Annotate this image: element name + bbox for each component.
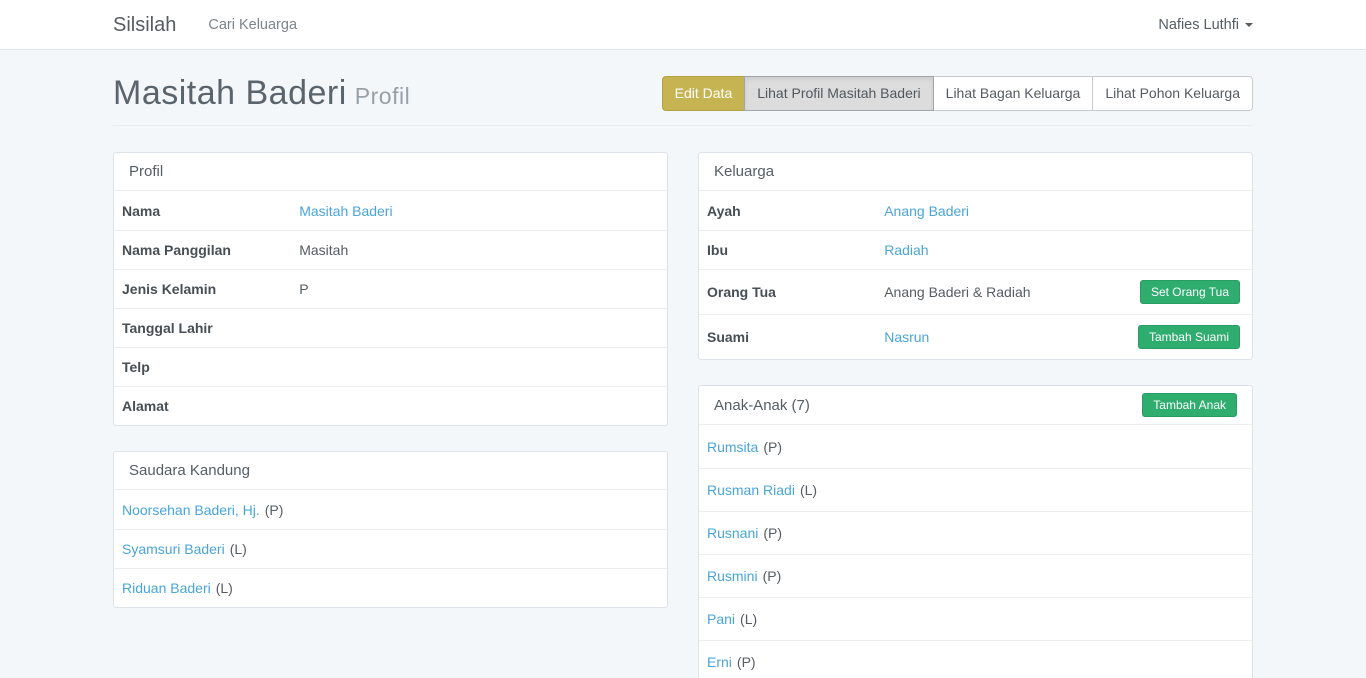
field-label: Suami: [707, 329, 884, 345]
profile-panel-heading: Profil: [114, 153, 667, 191]
family-action-button[interactable]: Tambah Suami: [1138, 325, 1240, 349]
siblings-panel: Saudara Kandung Noorsehan Baderi, Hj. (P…: [113, 451, 668, 608]
right-column: Keluarga Ayah Anang Baderi Ibu Radiah: [698, 152, 1253, 678]
view-family-chart-button[interactable]: Lihat Bagan Keluarga: [933, 76, 1094, 112]
sibling-row: Noorsehan Baderi, Hj. (P): [114, 490, 667, 529]
edit-data-button[interactable]: Edit Data: [662, 76, 746, 112]
field-label: Alamat: [122, 398, 299, 414]
nav-link-cari-keluarga[interactable]: Cari Keluarga: [208, 17, 297, 33]
user-name: Nafies Luthfi: [1158, 17, 1239, 33]
child-row: Rusmini (P): [699, 554, 1252, 597]
page-subtitle: Profil: [355, 83, 410, 109]
profile-row: Alamat: [114, 386, 667, 425]
profile-row: Nama Panggilan Masitah: [114, 230, 667, 269]
profile-row: Tanggal Lahir: [114, 308, 667, 347]
user-dropdown[interactable]: Nafies Luthfi: [1158, 17, 1253, 33]
person-link[interactable]: Rumsita: [707, 439, 758, 455]
action-button-group: Edit Data Lihat Profil Masitah Baderi Li…: [662, 76, 1253, 112]
family-row: Ibu Radiah: [699, 230, 1252, 269]
brand-silsilah[interactable]: Silsilah: [113, 14, 176, 37]
gender-label: (P): [763, 439, 782, 455]
field-value[interactable]: Anang Baderi & Radiah: [884, 284, 1140, 300]
main-content: Masitah Baderi Profil Edit Data Lihat Pro…: [98, 74, 1268, 678]
field-value: Masitah: [299, 242, 659, 258]
children-list: Rumsita (P) Rusman Riadi (L) Rusnani (P): [699, 425, 1252, 678]
add-child-button[interactable]: Tambah Anak: [1142, 393, 1237, 417]
gender-label: (P): [737, 654, 756, 670]
navbar: Silsilah Cari Keluarga Nafies Luthfi: [0, 0, 1366, 50]
field-label: Jenis Kelamin: [122, 281, 299, 297]
person-link[interactable]: Rusnani: [707, 525, 758, 541]
family-row: Suami Nasrun Tambah Suami: [699, 314, 1252, 359]
person-link[interactable]: Erni: [707, 654, 732, 670]
siblings-list: Noorsehan Baderi, Hj. (P) Syamsuri Bader…: [114, 490, 667, 607]
gender-label: (L): [216, 580, 233, 596]
child-row: Rumsita (P): [699, 425, 1252, 468]
family-action-button[interactable]: Set Orang Tua: [1140, 280, 1240, 304]
profile-row: Jenis Kelamin P: [114, 269, 667, 308]
profile-panel: Profil Nama Masitah Baderi Nama Panggila…: [113, 152, 668, 426]
field-label: Orang Tua: [707, 284, 884, 300]
field-value[interactable]: Anang Baderi: [884, 203, 1244, 219]
field-value: P: [299, 281, 659, 297]
gender-label: (P): [265, 502, 284, 518]
sibling-row: Syamsuri Baderi (L): [114, 529, 667, 568]
gender-label: (L): [230, 541, 247, 557]
person-link[interactable]: Syamsuri Baderi: [122, 541, 225, 557]
page-header: Masitah Baderi Profil Edit Data Lihat Pro…: [113, 74, 1253, 126]
children-panel: Anak-Anak (7) Tambah Anak Rumsita (P) Ru…: [698, 385, 1253, 678]
siblings-panel-title: Saudara Kandung: [129, 462, 250, 479]
field-label: Ayah: [707, 203, 884, 219]
profile-panel-title: Profil: [129, 163, 163, 180]
family-row: Ayah Anang Baderi: [699, 191, 1252, 230]
sibling-row: Riduan Baderi (L): [114, 568, 667, 607]
family-panel-title: Keluarga: [714, 163, 774, 180]
profile-row: Telp: [114, 347, 667, 386]
person-link[interactable]: Pani: [707, 611, 735, 627]
family-panel-heading: Keluarga: [699, 153, 1252, 191]
field-label: Tanggal Lahir: [122, 320, 299, 336]
field-label: Nama: [122, 203, 299, 219]
person-name-title: Masitah Baderi: [113, 74, 347, 112]
gender-label: (L): [800, 482, 817, 498]
child-row: Rusman Riadi (L): [699, 468, 1252, 511]
child-row: Erni (P): [699, 640, 1252, 678]
field-label: Nama Panggilan: [122, 242, 299, 258]
family-table: Ayah Anang Baderi Ibu Radiah Orang Tua: [699, 191, 1252, 359]
gender-label: (P): [763, 525, 782, 541]
view-family-tree-button[interactable]: Lihat Pohon Keluarga: [1092, 76, 1253, 112]
person-link[interactable]: Rusman Riadi: [707, 482, 795, 498]
view-profile-button[interactable]: Lihat Profil Masitah Baderi: [744, 76, 933, 112]
children-panel-heading: Anak-Anak (7) Tambah Anak: [699, 386, 1252, 425]
field-label: Ibu: [707, 242, 884, 258]
person-link[interactable]: Rusmini: [707, 568, 758, 584]
profile-table: Nama Masitah Baderi Nama Panggilan Masit…: [114, 191, 667, 425]
person-link[interactable]: Riduan Baderi: [122, 580, 211, 596]
caret-down-icon: [1245, 23, 1253, 27]
person-link[interactable]: Noorsehan Baderi, Hj.: [122, 502, 260, 518]
siblings-panel-heading: Saudara Kandung: [114, 452, 667, 490]
field-label: Telp: [122, 359, 299, 375]
child-row: Pani (L): [699, 597, 1252, 640]
field-value[interactable]: Nasrun: [884, 329, 1138, 345]
profile-row: Nama Masitah Baderi: [114, 191, 667, 230]
page-title: Masitah Baderi Profil: [113, 74, 410, 113]
children-panel-title: Anak-Anak (7): [714, 397, 810, 414]
family-row: Orang Tua Anang Baderi & Radiah Set Oran…: [699, 269, 1252, 314]
field-value[interactable]: Radiah: [884, 242, 1244, 258]
family-panel: Keluarga Ayah Anang Baderi Ibu Radiah: [698, 152, 1253, 360]
gender-label: (L): [740, 611, 757, 627]
child-row: Rusnani (P): [699, 511, 1252, 554]
gender-label: (P): [763, 568, 782, 584]
field-value: Masitah Baderi: [299, 203, 659, 219]
left-column: Profil Nama Masitah Baderi Nama Panggila…: [113, 152, 668, 633]
